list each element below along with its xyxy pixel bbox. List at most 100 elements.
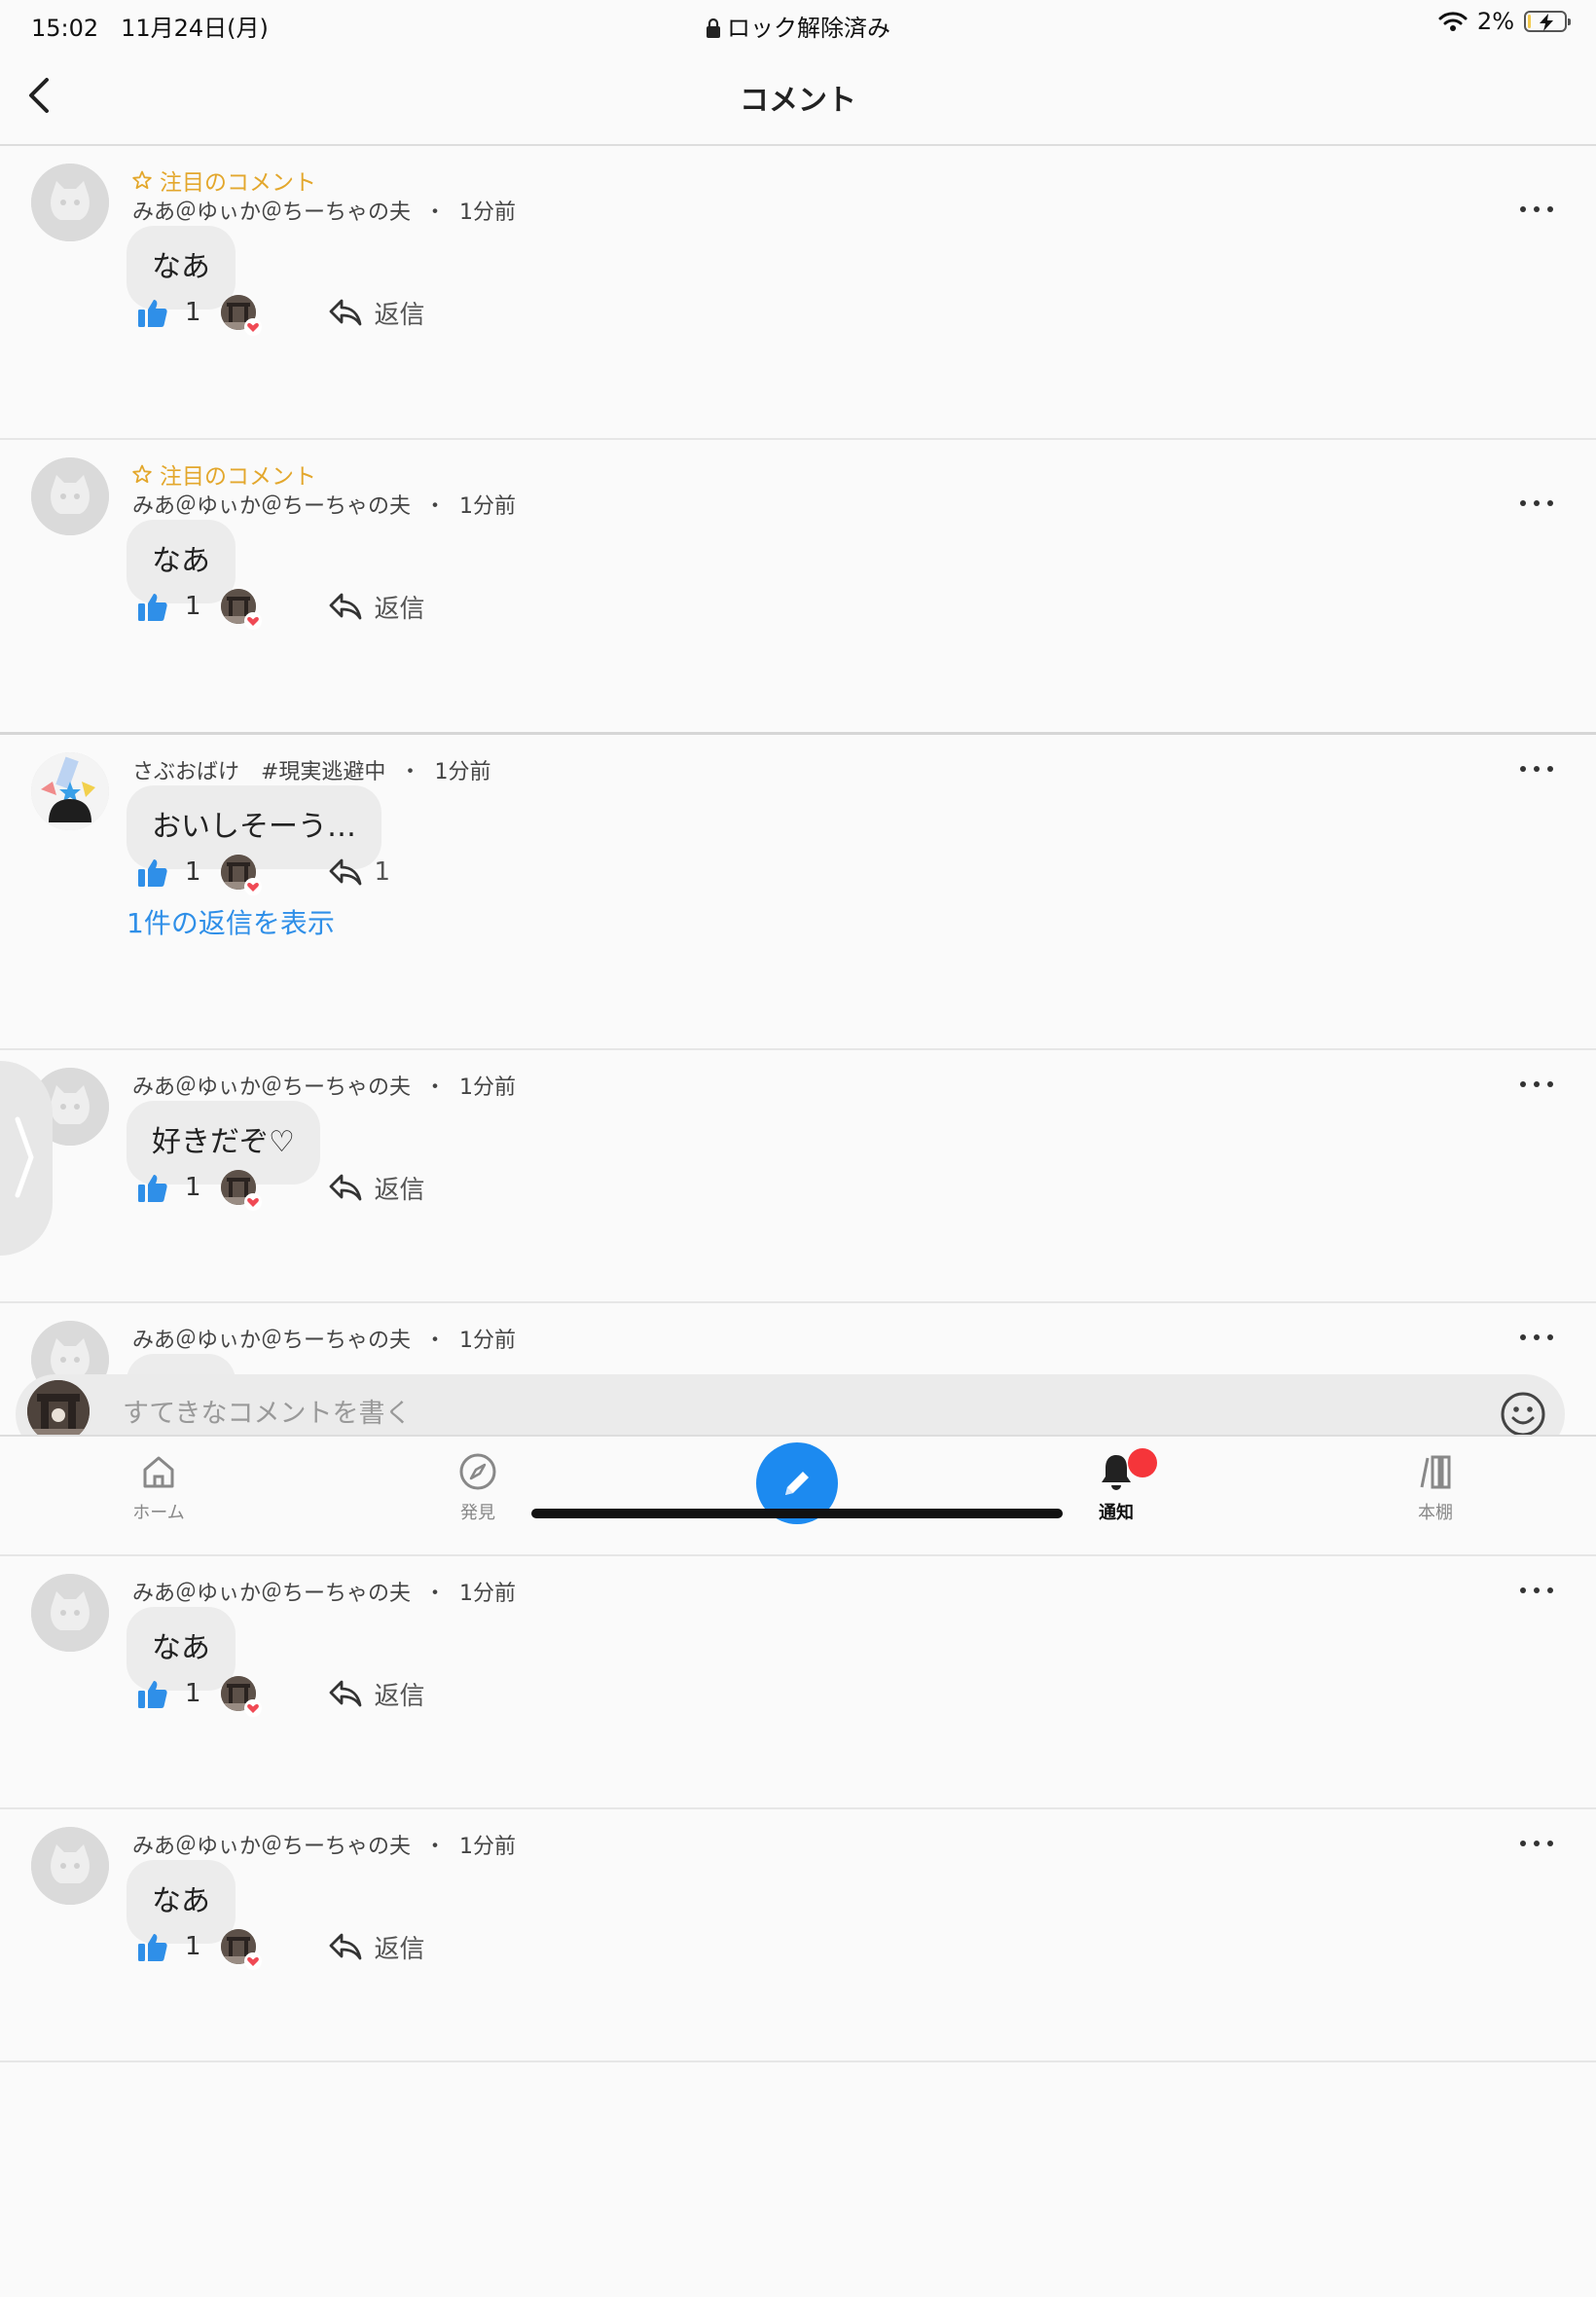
liker-avatar <box>220 589 262 630</box>
lock-icon <box>707 18 720 38</box>
more-options-button[interactable] <box>1518 1580 1557 1599</box>
emoji-button[interactable] <box>1499 1390 1547 1439</box>
comment-time: 1分前 <box>459 494 517 519</box>
my-avatar <box>27 1380 90 1442</box>
home-indicator <box>531 1509 1063 1518</box>
bookshelf-icon <box>1420 1455 1451 1489</box>
reply-button[interactable]: 1 <box>328 856 390 889</box>
pencil-icon <box>785 1472 809 1495</box>
comment-username[interactable]: みあ＠ゆぃか＠ちーちゃの夫 <box>132 1582 411 1606</box>
reply-icon <box>329 858 361 886</box>
comment-meta: みあ＠ゆぃか＠ちーちゃの夫・ 1分前 <box>132 1835 517 1859</box>
like-button[interactable]: 1 <box>136 1171 201 1204</box>
liker-avatar <box>220 1929 262 1970</box>
comment-time: 1分前 <box>459 1582 517 1606</box>
user-avatar[interactable] <box>31 1574 109 1652</box>
featured-label: 注目のコメント <box>132 457 316 491</box>
like-count: 1 <box>185 1932 201 1961</box>
status-bar: 15:02 11月24日(月) ロック解除済み 2% <box>0 0 1596 47</box>
comment-actions: 1 返信 <box>136 1163 425 1212</box>
reply-button[interactable]: 返信 <box>328 589 425 625</box>
reply-button[interactable]: 返信 <box>328 1676 425 1712</box>
comment-actions: 1 返信 <box>136 1922 425 1971</box>
liker-avatar <box>220 295 262 336</box>
like-count: 1 <box>185 857 201 887</box>
like-count: 1 <box>185 298 201 327</box>
show-replies-link[interactable]: 1件の返信を表示 <box>127 902 335 941</box>
liker-avatar <box>220 1170 262 1211</box>
home-icon <box>143 1456 174 1488</box>
more-options-button[interactable] <box>1518 1074 1557 1093</box>
comment-actions: 1 返信 <box>136 288 425 337</box>
battery-icon <box>1524 11 1571 32</box>
comment-input-bar: すてきなコメントを書く <box>0 1361 1596 1454</box>
like-count: 1 <box>185 1679 201 1708</box>
reply-button[interactable]: 返信 <box>328 1929 425 1965</box>
like-button[interactable]: 1 <box>136 590 201 623</box>
tab-bookshelf[interactable]: 本棚 <box>1358 1450 1513 1524</box>
battery-percent: 2% <box>1476 8 1514 35</box>
comment-item: さぶおばけ #現実逃避中・ 1分前 おいしそーう… 1 1 1件の返信を表示 <box>0 735 1596 1050</box>
user-avatar[interactable] <box>31 1827 109 1905</box>
comment-item: 注目のコメント みあ＠ゆぃか＠ちーちゃの夫・ 1分前 なあ 1 返信 <box>0 146 1596 440</box>
thumbs-up-icon <box>138 594 167 621</box>
comment-meta: みあ＠ゆぃか＠ちーちゃの夫・ 1分前 <box>132 494 517 519</box>
comment-time: 1分前 <box>459 201 517 225</box>
comment-item: 注目のコメント みあ＠ゆぃか＠ちーちゃの夫・ 1分前 なあ 1 返信 <box>0 440 1596 735</box>
comment-username[interactable]: みあ＠ゆぃか＠ちーちゃの夫 <box>132 1329 411 1353</box>
comment-username[interactable]: みあ＠ゆぃか＠ちーちゃの夫 <box>132 1076 411 1100</box>
like-button[interactable]: 1 <box>136 1930 201 1963</box>
reply-label: 返信 <box>374 1681 425 1711</box>
like-button[interactable]: 1 <box>136 296 201 329</box>
chevron-right-icon <box>15 1116 34 1198</box>
star-icon <box>132 464 152 484</box>
side-panel-handle[interactable] <box>0 1061 53 1256</box>
wifi-icon <box>1438 12 1468 31</box>
comment-username[interactable]: さぶおばけ #現実逃避中 <box>132 760 385 784</box>
thumbs-up-icon <box>138 1175 167 1202</box>
comment-item: みあ＠ゆぃか＠ちーちゃの夫・ 1分前 好きだぞ♡ 1 返信 <box>0 1050 1596 1303</box>
reply-button[interactable]: 返信 <box>328 1170 425 1206</box>
thumbs-up-icon <box>138 300 167 327</box>
more-options-button[interactable] <box>1518 758 1557 778</box>
thumbs-up-icon <box>138 1681 167 1708</box>
user-avatar[interactable] <box>31 457 109 535</box>
nav-bar: コメント <box>0 47 1596 146</box>
comment-username[interactable]: みあ＠ゆぃか＠ちーちゃの夫 <box>132 494 411 519</box>
liker-avatar <box>220 855 262 895</box>
more-options-button[interactable] <box>1518 492 1557 512</box>
more-options-button[interactable] <box>1518 1833 1557 1852</box>
comment-username[interactable]: みあ＠ゆぃか＠ちーちゃの夫 <box>132 1835 411 1859</box>
comment-actions: 1 返信 <box>136 1669 425 1718</box>
heart-icon <box>243 1193 262 1211</box>
like-button[interactable]: 1 <box>136 1677 201 1710</box>
comment-username[interactable]: みあ＠ゆぃか＠ちーちゃの夫 <box>132 201 411 225</box>
comment-time: 1分前 <box>434 760 491 784</box>
heart-icon <box>243 1699 262 1717</box>
more-options-button[interactable] <box>1518 199 1557 218</box>
reply-icon <box>329 1933 361 1960</box>
thumbs-up-icon <box>138 1934 167 1961</box>
comment-meta: みあ＠ゆぃか＠ちーちゃの夫・ 1分前 <box>132 1076 517 1100</box>
user-avatar[interactable] <box>31 752 109 830</box>
lock-status: ロック解除済み <box>0 9 1596 43</box>
comment-list[interactable]: 注目のコメント みあ＠ゆぃか＠ちーちゃの夫・ 1分前 なあ 1 返信 注目のコメント みあ＠ゆ… <box>0 146 1596 2062</box>
reply-label: 返信 <box>374 1175 425 1205</box>
reply-icon <box>329 1680 361 1707</box>
like-count: 1 <box>185 592 201 621</box>
comment-meta: みあ＠ゆぃか＠ちーちゃの夫・ 1分前 <box>132 1329 517 1353</box>
comment-meta: みあ＠ゆぃか＠ちーちゃの夫・ 1分前 <box>132 1582 517 1606</box>
page-title: コメント <box>740 84 856 118</box>
tab-home[interactable]: ホーム <box>81 1450 236 1524</box>
reply-label: 返信 <box>374 594 425 624</box>
reply-icon <box>329 1174 361 1201</box>
tab-bar: ホーム 発見 通知 本棚 <box>0 1435 1596 1544</box>
like-button[interactable]: 1 <box>136 856 201 889</box>
heart-icon <box>243 318 262 336</box>
more-options-button[interactable] <box>1518 1327 1557 1346</box>
reply-button[interactable]: 返信 <box>328 295 425 331</box>
like-count: 1 <box>185 1173 201 1202</box>
comment-time: 1分前 <box>459 1835 517 1859</box>
user-avatar[interactable] <box>31 164 109 241</box>
star-icon <box>132 170 152 190</box>
